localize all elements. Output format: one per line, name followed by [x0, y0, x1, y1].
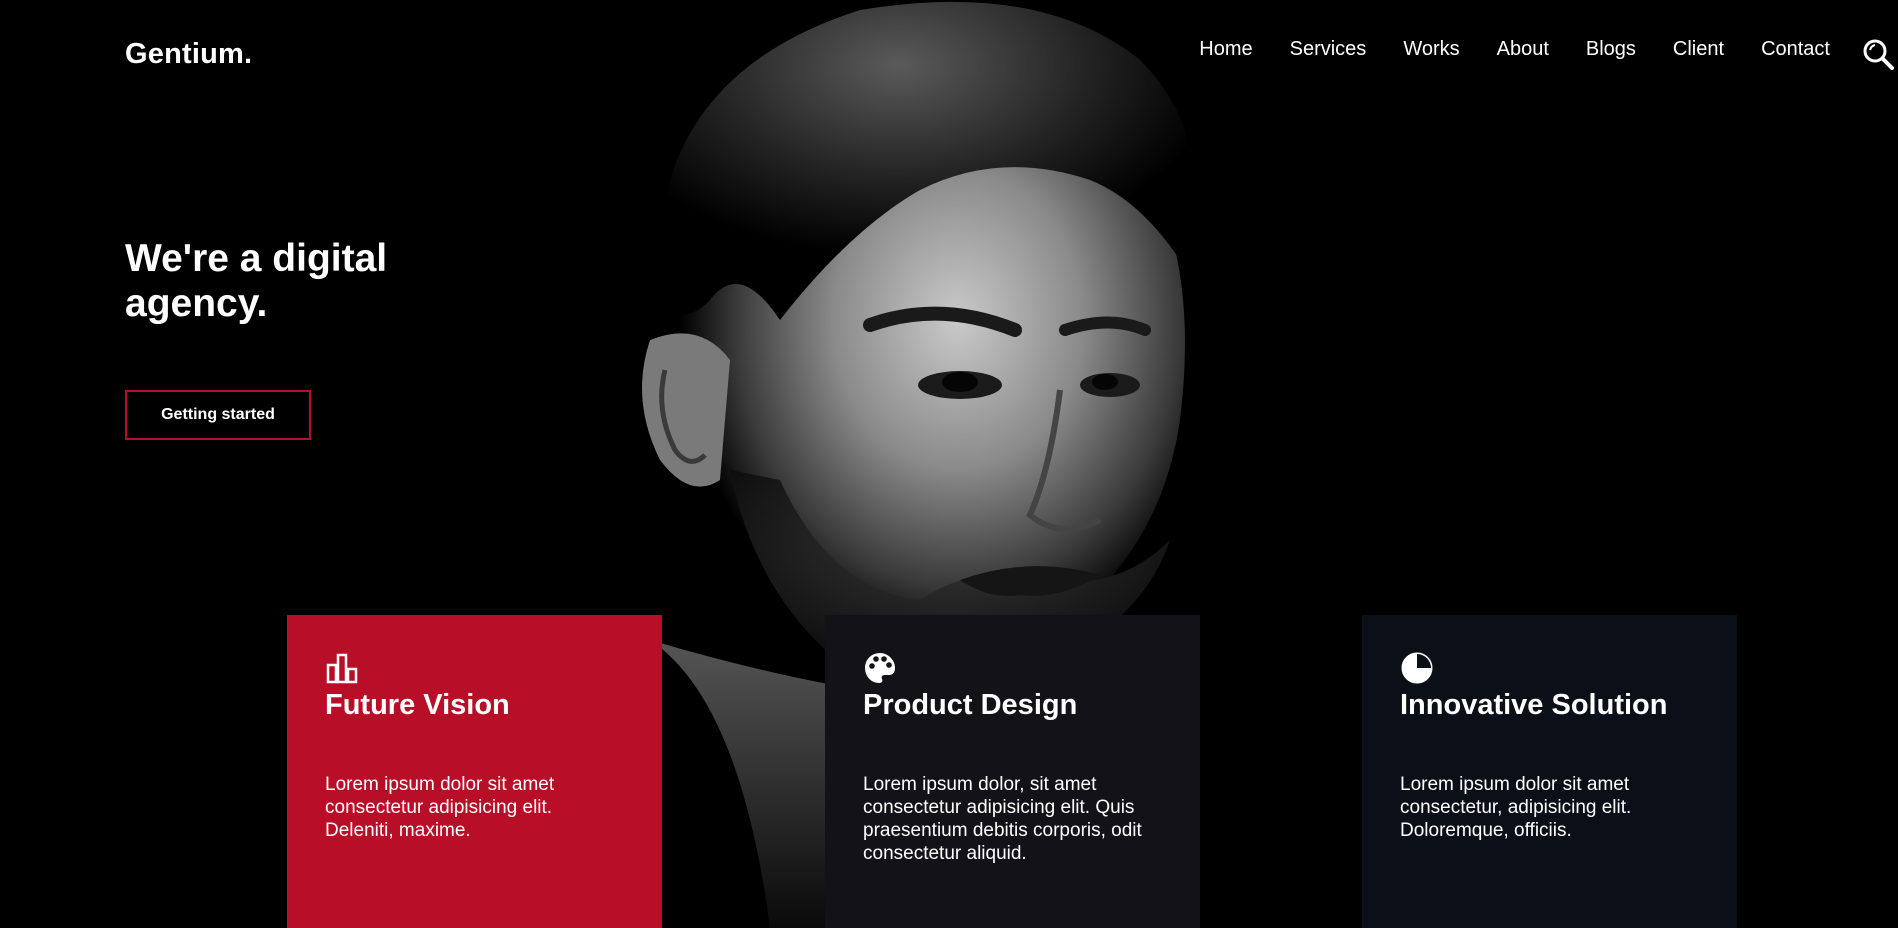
nav-blogs[interactable]: Blogs — [1586, 38, 1636, 61]
nav-contact[interactable]: Contact — [1761, 38, 1830, 61]
feature-card-future-vision: Future Vision Lorem ipsum dolor sit amet… — [287, 615, 662, 928]
nav-client[interactable]: Client — [1673, 38, 1724, 61]
feature-text: Lorem ipsum dolor, sit amet consectetur … — [863, 774, 1142, 864]
bar-chart-icon — [325, 651, 624, 685]
palette-icon — [863, 651, 1162, 685]
nav-home[interactable]: Home — [1199, 38, 1252, 61]
nav-about[interactable]: About — [1497, 38, 1549, 61]
feature-card-product-design: Product Design Lorem ipsum dolor, sit am… — [825, 615, 1200, 928]
pie-chart-icon — [1400, 651, 1699, 685]
landing-page: Gentium. Home Services Works About Blogs… — [0, 0, 1898, 928]
feature-title: Innovative Solution — [1400, 689, 1668, 721]
brand-logo[interactable]: Gentium. — [125, 38, 252, 71]
feature-text: Lorem ipsum dolor sit amet consectetur a… — [325, 774, 555, 841]
hero-title: We're a digital agency. — [125, 237, 388, 325]
main-nav: Home Services Works About Blogs Client C… — [1199, 38, 1830, 61]
feature-card-innovative-solution: Innovative Solution Lorem ipsum dolor si… — [1362, 615, 1737, 928]
nav-services[interactable]: Services — [1290, 38, 1367, 61]
feature-text: Lorem ipsum dolor sit amet consectetur, … — [1400, 774, 1632, 841]
getting-started-button[interactable]: Getting started — [125, 390, 311, 440]
feature-title: Future Vision — [325, 689, 510, 721]
nav-works[interactable]: Works — [1403, 38, 1459, 61]
feature-title: Product Design — [863, 689, 1078, 721]
search-icon[interactable] — [1862, 38, 1894, 70]
